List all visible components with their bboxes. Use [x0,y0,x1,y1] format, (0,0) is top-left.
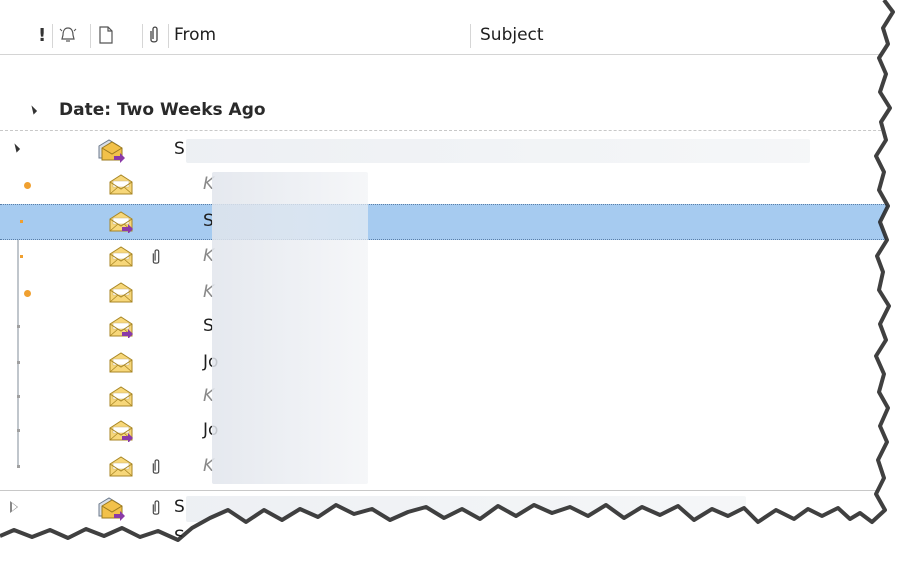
torn-edge [0,0,895,542]
mail-list-window: ! From Subject Date: Two Weeks Ago S K S… [0,0,906,566]
torn-edge-shadow [0,0,895,542]
